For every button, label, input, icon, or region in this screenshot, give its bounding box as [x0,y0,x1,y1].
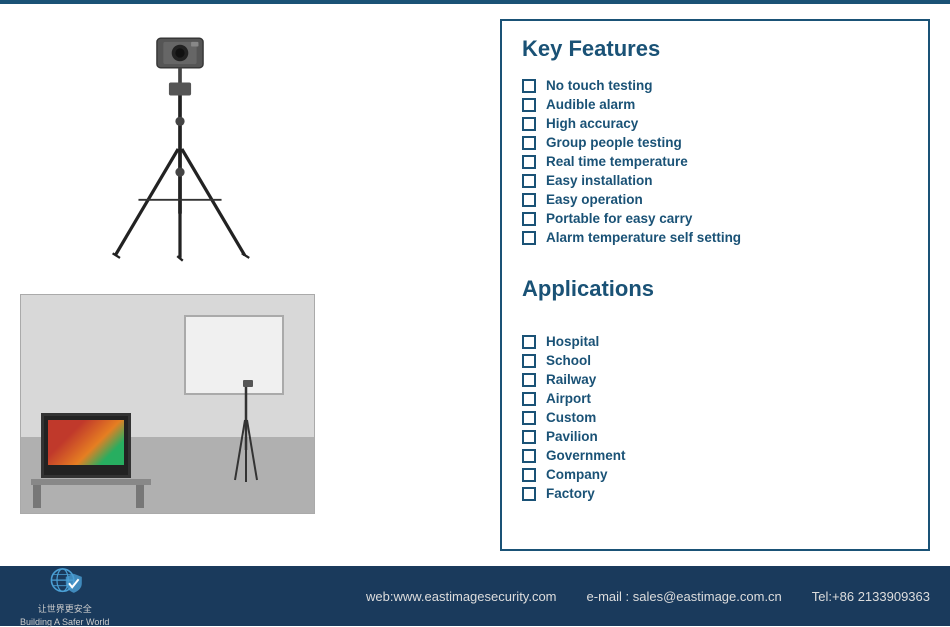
application-item: Factory [522,486,908,501]
feature-label: No touch testing [546,78,653,93]
tripod-camera-image [40,19,320,279]
footer-contact: web:www.eastimagesecurity.com e-mail : s… [366,589,930,604]
feature-label: Group people testing [546,135,682,150]
checkbox-icon [522,449,536,463]
main-content: Key Features No touch testing Audible ala… [0,4,950,566]
application-label: Government [546,448,626,463]
feature-item: Easy operation [522,192,908,207]
spacer [522,318,908,326]
checkbox-icon [522,468,536,482]
footer-logo: 让世界更安全 Building A Safer World [20,565,109,627]
footer: 让世界更安全 Building A Safer World web:www.ea… [0,566,950,626]
checkbox-icon [522,174,536,188]
feature-item: Portable for easy carry [522,211,908,226]
feature-label: Portable for easy carry [546,211,692,226]
checkbox-icon [522,136,536,150]
applications-list: Hospital School Railway Airport Custom Pavili… [522,334,908,501]
footer-email: e-mail : sales@eastimage.com.cn [587,589,782,604]
checkbox-icon [522,193,536,207]
checkbox-icon [522,155,536,169]
desk-leg-left [33,485,41,508]
checkbox-icon [522,354,536,368]
desk-surface [31,479,151,485]
footer-logo-chinese: 让世界更安全 [38,602,92,615]
application-item: School [522,353,908,368]
checkbox-icon [522,212,536,226]
features-box: Key Features No touch testing Audible ala… [500,19,930,551]
feature-item: Audible alarm [522,97,908,112]
key-features-title: Key Features [522,36,908,62]
feature-item: Real time temperature [522,154,908,169]
checkbox-icon [522,117,536,131]
feature-label: Real time temperature [546,154,688,169]
application-item: Railway [522,372,908,387]
checkbox-icon [522,79,536,93]
feature-label: Audible alarm [546,97,635,112]
monitor-stand [59,513,73,514]
application-label: Airport [546,391,591,406]
application-label: Pavilion [546,429,598,444]
checkbox-icon [522,487,536,501]
feature-item: High accuracy [522,116,908,131]
feature-item: No touch testing [522,78,908,93]
application-item: Custom [522,410,908,425]
monitor-screen [48,420,124,465]
left-column [20,19,480,551]
feature-item: Group people testing [522,135,908,150]
room-monitor [41,413,131,478]
checkbox-icon [522,411,536,425]
application-label: Custom [546,410,596,425]
checkbox-icon [522,373,536,387]
section-divider [522,253,908,268]
applications-title: Applications [522,276,908,302]
checkbox-icon [522,98,536,112]
application-label: Company [546,467,608,482]
feature-label: High accuracy [546,116,638,131]
application-item: Company [522,467,908,482]
feature-label: Easy operation [546,192,643,207]
feature-label: Easy installation [546,173,653,188]
checkbox-icon [522,335,536,349]
footer-web: web:www.eastimagesecurity.com [366,589,557,604]
feature-item: Alarm temperature self setting [522,230,908,245]
feature-item: Easy installation [522,173,908,188]
checkbox-icon [522,231,536,245]
application-item: Government [522,448,908,463]
application-label: Railway [546,372,596,387]
feature-label: Alarm temperature self setting [546,230,741,245]
application-label: Factory [546,486,595,501]
application-item: Hospital [522,334,908,349]
footer-tel: Tel:+86 2133909363 [812,589,930,604]
product-in-use-image [20,294,315,514]
desk-leg-right [136,485,144,508]
application-item: Pavilion [522,429,908,444]
application-label: Hospital [546,334,599,349]
application-label: School [546,353,591,368]
room-scene [21,295,314,513]
key-features-list: No touch testing Audible alarm High accura… [522,78,908,245]
application-item: Airport [522,391,908,406]
checkbox-icon [522,430,536,444]
checkbox-icon [522,392,536,406]
